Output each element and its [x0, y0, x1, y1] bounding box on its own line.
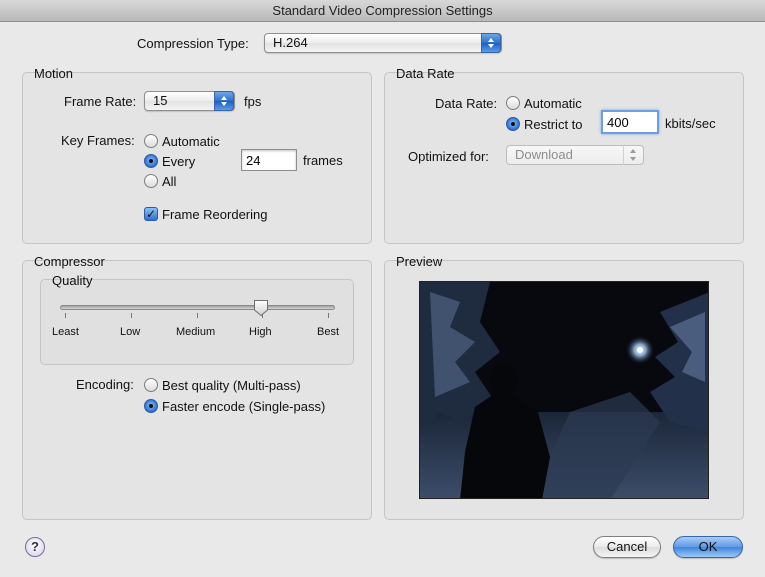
optimized-for-value: Download [515, 147, 573, 162]
help-button[interactable]: ? [25, 537, 45, 557]
motion-group-title: Motion [34, 66, 74, 81]
key-frames-every-unit: frames [303, 153, 343, 168]
slider-tick [197, 313, 198, 318]
frame-reordering-checkbox[interactable]: ✓ [144, 207, 158, 221]
preview-image [419, 281, 709, 499]
encoding-faster-label: Faster encode (Single-pass) [162, 399, 326, 414]
popup-arrows-icon [623, 145, 643, 165]
popup-arrows-icon [214, 91, 234, 111]
slider-tick [65, 313, 66, 318]
optimized-for-label: Optimized for: [408, 149, 489, 164]
compression-type-popup[interactable]: H.264 [264, 33, 502, 53]
data-rate-input[interactable] [601, 110, 659, 134]
encoding-best-quality-label: Best quality (Multi-pass) [162, 378, 301, 393]
quality-slider-knob[interactable] [253, 299, 269, 317]
data-rate-group-title: Data Rate [396, 66, 455, 81]
quality-tick-high: High [249, 326, 272, 338]
compression-type-label: Compression Type: [137, 36, 249, 51]
quality-group [40, 279, 354, 365]
quality-slider-track[interactable] [60, 305, 335, 310]
slider-tick [131, 313, 132, 318]
data-rate-unit: kbits/sec [665, 116, 716, 131]
quality-tick-best: Best [317, 326, 340, 338]
window-title-bar: Standard Video Compression Settings [0, 0, 765, 22]
key-frames-all-label: All [162, 174, 177, 189]
frame-rate-label: Frame Rate: [64, 94, 137, 109]
key-frames-every-label: Every [162, 154, 196, 169]
data-rate-automatic-label: Automatic [524, 96, 582, 111]
slider-tick [328, 313, 329, 318]
data-rate-label: Data Rate: [435, 96, 498, 111]
key-frames-all-radio[interactable] [144, 174, 158, 188]
data-rate-restrict-radio[interactable] [506, 117, 520, 131]
frame-rate-popup[interactable]: 15 [144, 91, 235, 111]
encoding-label: Encoding: [76, 377, 134, 392]
ok-button-label: OK [698, 539, 718, 554]
window-title: Standard Video Compression Settings [272, 3, 493, 18]
compression-type-value: H.264 [273, 35, 308, 50]
key-frames-label: Key Frames: [61, 133, 135, 148]
preview-snow-scene [420, 282, 708, 498]
question-mark-icon: ? [31, 539, 39, 554]
quality-group-title: Quality [52, 273, 93, 288]
quality-tick-low: Low [120, 326, 141, 338]
ok-button[interactable]: OK [673, 536, 743, 558]
cancel-button-label: Cancel [606, 539, 648, 554]
key-frames-automatic-radio[interactable] [144, 134, 158, 148]
checkmark-icon: ✓ [145, 207, 157, 221]
data-rate-automatic-radio[interactable] [506, 96, 520, 110]
preview-group-title: Preview [396, 254, 443, 269]
quality-tick-medium: Medium [176, 326, 216, 338]
cancel-button[interactable]: Cancel [593, 536, 661, 558]
key-frames-every-input[interactable] [241, 149, 297, 171]
encoding-faster-radio[interactable] [144, 399, 158, 413]
frame-reordering-label: Frame Reordering [162, 207, 268, 222]
frame-rate-value: 15 [153, 93, 168, 108]
encoding-best-quality-radio[interactable] [144, 378, 158, 392]
quality-tick-least: Least [52, 326, 79, 338]
data-rate-restrict-label: Restrict to [524, 117, 583, 132]
compressor-group-title: Compressor [34, 254, 105, 269]
frame-rate-unit: fps [244, 94, 262, 109]
key-frames-every-radio[interactable] [144, 154, 158, 168]
key-frames-automatic-label: Automatic [162, 134, 220, 149]
optimized-for-popup[interactable]: Download [506, 145, 644, 165]
popup-arrows-icon [481, 33, 501, 53]
